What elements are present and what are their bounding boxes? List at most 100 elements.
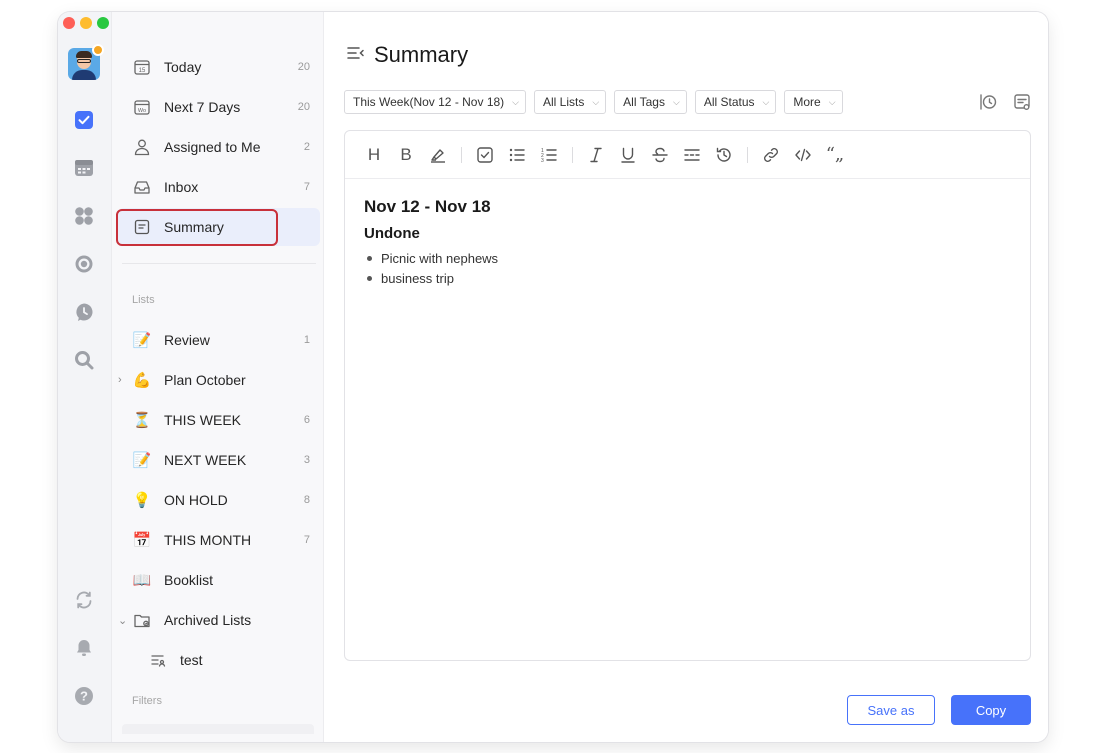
toolbar-divider [747, 146, 748, 163]
sidebar-item-assigned-to-me[interactable]: Assigned to Me 2 [118, 128, 320, 166]
save-as-button[interactable]: Save as [847, 695, 935, 725]
sidebar-item-booklist[interactable]: 📖 Booklist [118, 561, 320, 599]
svg-text:?: ? [80, 689, 88, 704]
divider-line-icon[interactable] [681, 144, 703, 166]
editor-content[interactable]: Nov 12 - Nov 18 Undone Picnic with nephe… [345, 179, 1030, 306]
inbox-icon [132, 177, 152, 197]
chevron-down-icon: ⌵ [672, 96, 680, 107]
quote-icon[interactable]: “„ [824, 144, 846, 166]
sidebar-item-on-hold[interactable]: 💡 ON HOLD 8 [118, 481, 320, 519]
bell-icon[interactable] [72, 636, 96, 660]
more-dropdown[interactable]: More ⌵ [784, 90, 843, 114]
dropdown-label: This Week(Nov 12 - Nov 18) [353, 95, 505, 109]
sidebar-item-next-week[interactable]: 📝 NEXT WEEK 3 [118, 441, 320, 479]
filter-bar: This Week(Nov 12 - Nov 18) ⌵ All Lists ⌵… [344, 90, 843, 114]
sidebar-item-label: Next 7 Days [164, 99, 241, 115]
sidebar-item-label: Summary [164, 219, 224, 235]
sidebar-item-summary[interactable]: Summary [118, 208, 320, 246]
chevron-down-icon: ⌵ [828, 96, 836, 107]
chevron-down-icon: ⌵ [512, 96, 519, 107]
toolbar-divider [572, 146, 573, 163]
checklist-icon[interactable] [474, 144, 496, 166]
app-window: ? 15 Today 20 Wo Next 7 Days 20 Assigned… [58, 12, 1048, 742]
item-count: 8 [303, 494, 310, 506]
sidebar-item-plan-october[interactable]: 💪 Plan October [118, 361, 320, 399]
clock-icon[interactable] [72, 300, 96, 324]
memo-icon: 📝 [132, 451, 152, 469]
calendar-emoji-icon: 📅 [132, 531, 152, 549]
collapse-sidebar-icon[interactable] [346, 44, 366, 67]
bulleted-list-icon[interactable] [506, 144, 528, 166]
dropdown-label: All Lists [543, 95, 585, 109]
link-icon[interactable] [760, 144, 782, 166]
checkbox-icon[interactable] [72, 108, 96, 132]
lists-section-label: Lists [132, 294, 155, 306]
svg-text:15: 15 [139, 68, 146, 74]
copy-button[interactable]: Copy [951, 695, 1031, 725]
sidebar-item-review[interactable]: 📝 Review 1 [118, 321, 320, 359]
memo-icon: 📝 [132, 331, 152, 349]
history-insert-icon[interactable] [713, 144, 735, 166]
item-count: 20 [297, 101, 310, 113]
sidebar-item-today[interactable]: 15 Today 20 [118, 48, 320, 86]
sidebar-item-archived-lists[interactable]: Archived Lists [118, 601, 320, 639]
calendar-icon[interactable] [72, 156, 96, 180]
tags-dropdown[interactable]: All Tags ⌵ [614, 90, 687, 114]
highlight-icon[interactable] [427, 144, 449, 166]
template-icon[interactable] [1012, 92, 1032, 117]
top-tools [978, 92, 1032, 117]
sidebar-item-this-month[interactable]: 📅 THIS MONTH 7 [118, 521, 320, 559]
lightbulb-icon: 💡 [132, 491, 152, 509]
summary-icon [132, 217, 152, 237]
close-window-button[interactable] [63, 17, 75, 29]
italic-icon[interactable] [585, 144, 607, 166]
archive-folder-icon [132, 610, 152, 630]
window-controls [63, 17, 109, 29]
numbered-list-icon[interactable]: 123 [538, 144, 560, 166]
sidebar-item-test[interactable]: test [118, 641, 320, 679]
grid-icon[interactable] [72, 204, 96, 228]
sidebar-item-label: test [180, 652, 203, 668]
item-count: 7 [303, 534, 310, 546]
item-count: 1 [303, 334, 310, 346]
chevron-down-icon: ⌵ [762, 96, 770, 107]
focus-icon[interactable] [72, 252, 96, 276]
sidebar-item-this-week[interactable]: ⏳ THIS WEEK 6 [118, 401, 320, 439]
filters-section-label: Filters [132, 695, 162, 707]
sidebar-item-label: ON HOLD [164, 492, 228, 508]
bold-icon[interactable]: B [395, 144, 417, 166]
section-heading: Undone [364, 225, 420, 242]
history-icon[interactable] [978, 92, 998, 117]
status-dropdown[interactable]: All Status ⌵ [694, 90, 777, 114]
sidebar-item-label: Inbox [164, 179, 199, 195]
date-range-dropdown[interactable]: This Week(Nov 12 - Nov 18) ⌵ [344, 90, 526, 114]
chevron-down-icon: ⌵ [592, 96, 600, 107]
heading-icon[interactable]: H [363, 144, 385, 166]
zoom-window-button[interactable] [97, 17, 109, 29]
item-count: 20 [297, 61, 310, 73]
help-icon[interactable]: ? [72, 684, 96, 708]
sidebar-item-label: Plan October [164, 372, 246, 388]
underline-icon[interactable] [617, 144, 639, 166]
svg-text:3: 3 [541, 158, 544, 164]
dropdown-label: All Status [703, 95, 755, 109]
lists-dropdown[interactable]: All Lists ⌵ [534, 90, 607, 114]
sidebar-item-label: Today [164, 59, 202, 75]
sidebar-item-label: NEXT WEEK [164, 452, 247, 468]
dropdown-label: All Tags [623, 95, 665, 109]
code-icon[interactable] [792, 144, 814, 166]
sidebar-item-next-7-days[interactable]: Wo Next 7 Days 20 [118, 88, 320, 126]
sidebar-item-inbox[interactable]: Inbox 7 [118, 168, 320, 206]
summary-editor[interactable]: H B 123 “„ Nov 12 - Nov 18 Undone Picnic… [344, 130, 1031, 661]
item-count: 3 [303, 454, 310, 466]
item-count: 6 [303, 414, 310, 426]
strikethrough-icon[interactable] [649, 144, 671, 166]
premium-crown-icon [92, 44, 104, 56]
sidebar-divider [122, 263, 316, 264]
list-icon [148, 650, 168, 670]
item-count: 7 [303, 181, 310, 193]
toolbar-divider [461, 146, 462, 163]
search-icon[interactable] [72, 348, 96, 372]
minimize-window-button[interactable] [80, 17, 92, 29]
sync-icon[interactable] [72, 588, 96, 612]
